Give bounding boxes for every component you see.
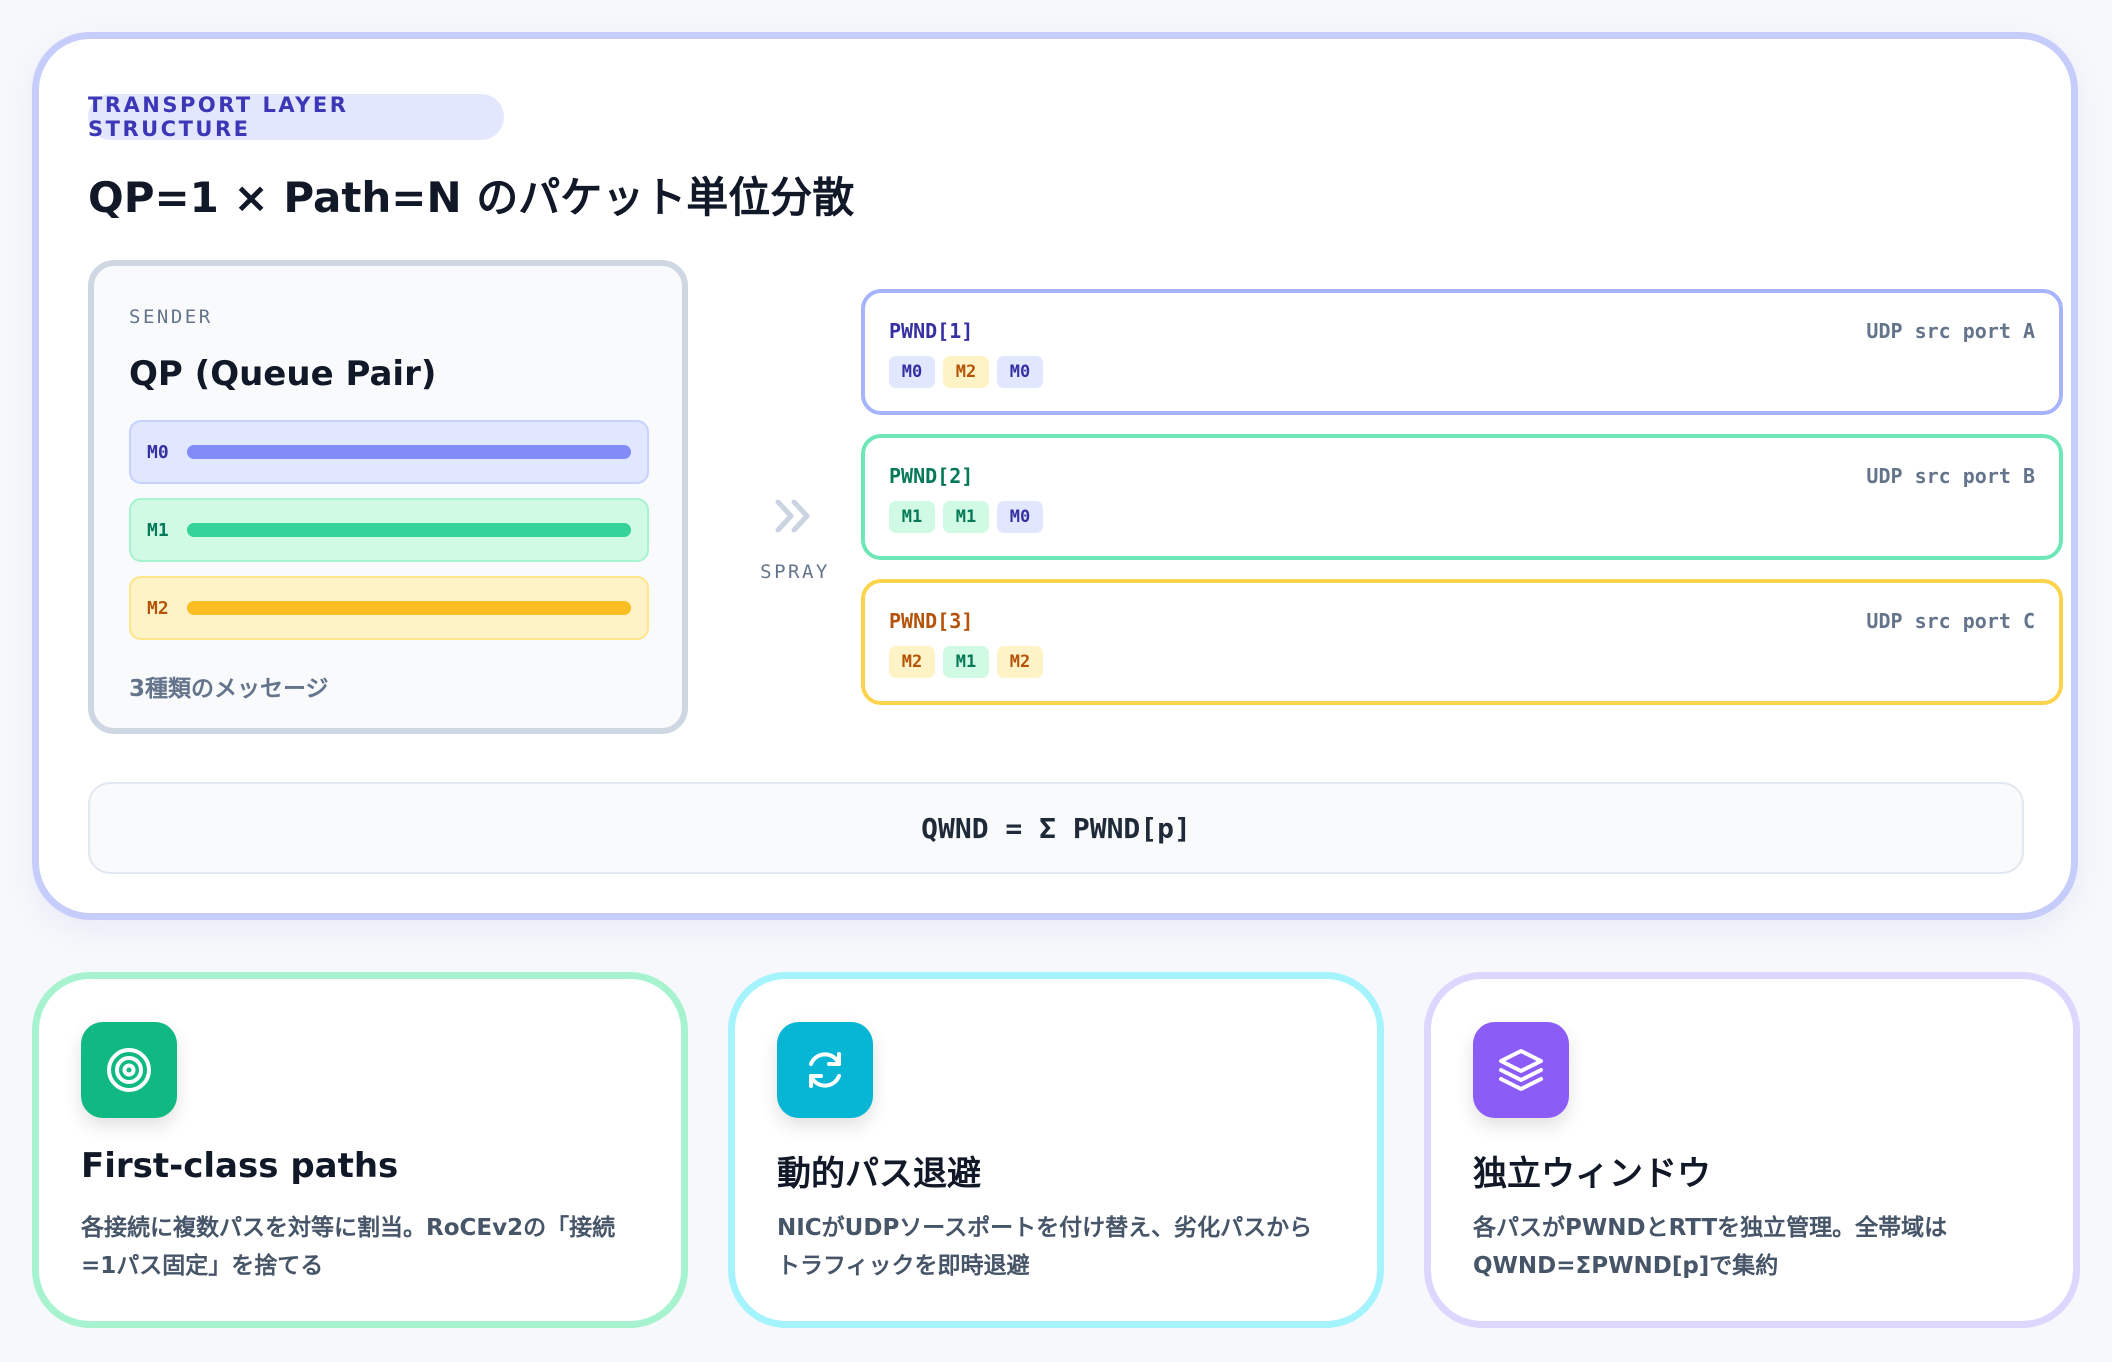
qwnd-formula: QWND = Σ PWND[p] (88, 782, 2024, 874)
message-row-m1: M1 (129, 498, 649, 562)
feature-description-line: 各接続に複数パスを対等に割当。RoCEv2の「接続 (81, 1215, 616, 1241)
feature-description-line: =1パス固定」を捨てる (81, 1253, 324, 1279)
path-name: PWND[3] (889, 609, 974, 633)
packet-chip: M2 (943, 356, 989, 388)
packet-chip: M2 (889, 646, 935, 678)
feature-card-independent-window: 独立ウィンドウ 各パスがPWNDとRTTを独立管理。全帯域は QWND=ΣPWN… (1424, 972, 2080, 1328)
target-icon (81, 1022, 177, 1118)
message-bar (187, 445, 631, 459)
message-bar (187, 601, 631, 615)
double-chevron-right-icon (775, 499, 810, 533)
path-port: UDP src port B (1866, 464, 2035, 488)
layers-icon (1473, 1022, 1569, 1118)
feature-title: 独立ウィンドウ (1473, 1154, 1711, 1194)
feature-description-line: 各パスがPWNDとRTTを独立管理。全帯域は (1473, 1215, 1948, 1241)
diagram-title: QP=1 × Path=N のパケット単位分散 (88, 173, 855, 222)
feature-description-line: トラフィックを即時退避 (777, 1253, 1030, 1279)
packet-chip: M2 (997, 646, 1043, 678)
feature-description: NICがUDPソースポートを付け替え、劣化パスから トラフィックを即時退避 (777, 1209, 1357, 1285)
packet-chip: M1 (943, 646, 989, 678)
message-tag: M0 (147, 441, 169, 463)
transport-structure-card: TRANSPORT LAYER STRUCTURE QP=1 × Path=N … (32, 32, 2078, 920)
refresh-icon (777, 1022, 873, 1118)
message-row-m2: M2 (129, 576, 649, 640)
path-name: PWND[1] (889, 319, 974, 343)
feature-description: 各接続に複数パスを対等に割当。RoCEv2の「接続 =1パス固定」を捨てる (81, 1209, 661, 1285)
feature-description-line: NICがUDPソースポートを付け替え、劣化パスから (777, 1215, 1313, 1241)
packet-chip: M0 (997, 356, 1043, 388)
packet-chip-list: M0 M2 M0 (889, 356, 1043, 388)
sender-label: SENDER (129, 306, 213, 328)
path-port: UDP src port C (1866, 609, 2035, 633)
message-tag: M2 (147, 597, 169, 619)
packet-chip: M1 (943, 501, 989, 533)
path-port: UDP src port A (1866, 319, 2035, 343)
message-row-m0: M0 (129, 420, 649, 484)
feature-description: 各パスがPWNDとRTTを独立管理。全帯域は QWND=ΣPWND[p]で集約 (1473, 1209, 2053, 1285)
path-box-1: PWND[1] UDP src port A M0 M2 M0 (861, 289, 2063, 415)
feature-card-dynamic-path-evasion: 動的パス退避 NICがUDPソースポートを付け替え、劣化パスから トラフィックを… (728, 972, 1384, 1328)
spray-label: SPRAY (760, 561, 830, 583)
section-kicker-badge: TRANSPORT LAYER STRUCTURE (88, 93, 504, 141)
sender-title: QP (Queue Pair) (129, 354, 437, 394)
path-box-3: PWND[3] UDP src port C M2 M1 M2 (861, 579, 2063, 705)
feature-card-first-class-paths: First-class paths 各接続に複数パスを対等に割当。RoCEv2の… (32, 972, 688, 1328)
message-tag: M1 (147, 519, 169, 541)
packet-chip-list: M1 M1 M0 (889, 501, 1043, 533)
feature-title: First-class paths (81, 1146, 399, 1186)
packet-chip: M0 (997, 501, 1043, 533)
sender-note: 3種類のメッセージ (129, 676, 329, 702)
feature-description-line: QWND=ΣPWND[p]で集約 (1473, 1253, 1779, 1279)
feature-title: 動的パス退避 (777, 1154, 981, 1194)
packet-chip: M0 (889, 356, 935, 388)
packet-chip: M1 (889, 501, 935, 533)
message-bar (187, 523, 631, 537)
path-name: PWND[2] (889, 464, 974, 488)
sender-box: SENDER QP (Queue Pair) M0 M1 M2 3種類のメッセー… (88, 260, 688, 734)
packet-chip-list: M2 M1 M2 (889, 646, 1043, 678)
path-box-2: PWND[2] UDP src port B M1 M1 M0 (861, 434, 2063, 560)
